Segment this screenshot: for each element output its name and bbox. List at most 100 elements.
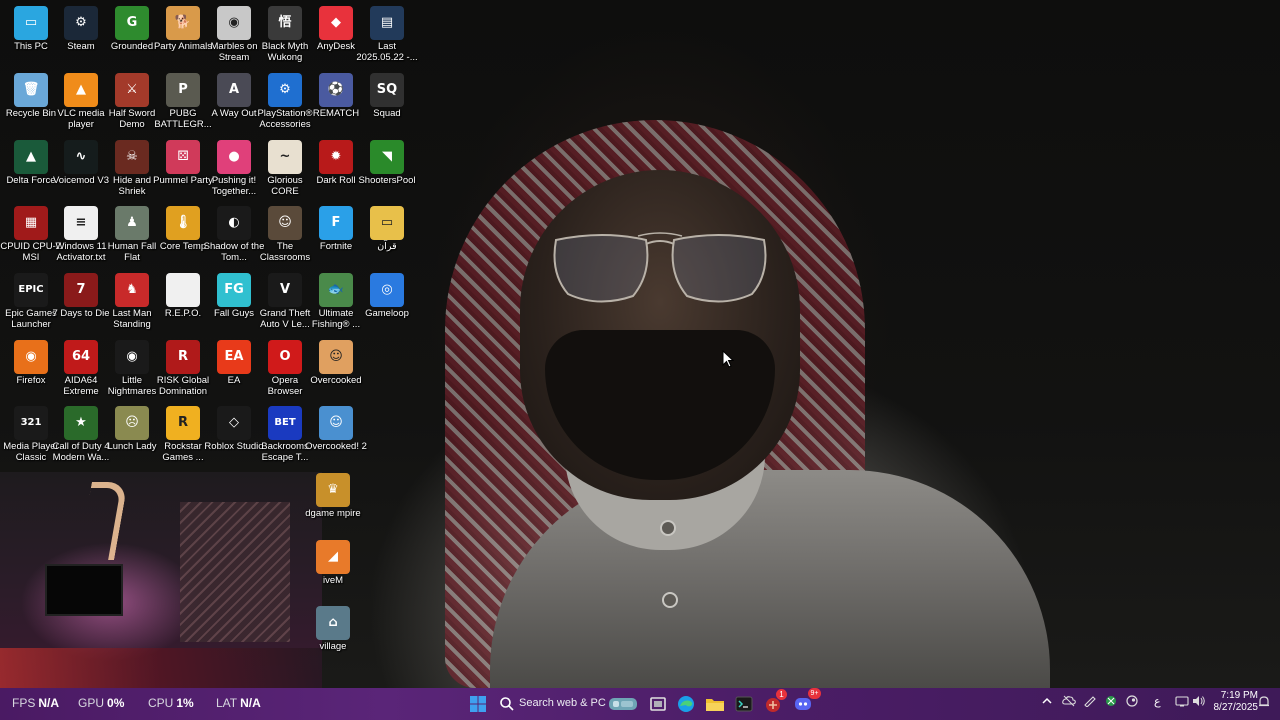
file-explorer-button[interactable] (703, 692, 727, 716)
desktop-shortcut[interactable]: O Opera Browser (260, 340, 310, 397)
xbox-icon (1106, 696, 1116, 706)
tray-steam-button[interactable] (1125, 695, 1139, 710)
desktop-shortcut[interactable]: R.E.P.O. (158, 273, 208, 320)
classrooms-icon: ☺ (268, 206, 302, 240)
desktop-shortcut[interactable]: ♟ Human Fall Flat (107, 206, 157, 263)
repo-file-icon (166, 273, 200, 307)
desktop-shortcut[interactable]: ◆ AnyDesk (311, 6, 361, 53)
call-of-duty-icon: ★ (64, 406, 98, 440)
desktop-shortcut[interactable]: ◥ ShootersPool (358, 140, 416, 187)
desktop-shortcut[interactable]: 🐟 Ultimate Fishing® ... (311, 273, 361, 330)
fortnite-icon: F (319, 206, 353, 240)
desktop-shortcut[interactable]: ◉ Little Nightmares (107, 340, 157, 397)
desktop-shortcut[interactable]: ⚔ Half Sword Demo (107, 73, 157, 130)
tray-pen-button[interactable] (1083, 695, 1097, 710)
notification-center-button[interactable] (1257, 695, 1271, 712)
desktop-shortcut[interactable]: ~ Glorious CORE (260, 140, 310, 197)
desktop-shortcut[interactable]: 🗑 Recycle Bin (6, 73, 56, 120)
desktop-shortcut-label: قرآن (377, 241, 397, 252)
desktop-shortcut[interactable]: 悟 Black Myth Wukong (260, 6, 310, 63)
network-icon (1175, 696, 1189, 707)
desktop-shortcut[interactable]: ● Pushing it! Together... (209, 140, 259, 197)
desktop-shortcut[interactable]: R Rockstar Games ... (158, 406, 208, 463)
desktop-shortcut[interactable]: EPIC Epic Games Launcher (5, 273, 57, 330)
desktop-shortcut[interactable]: 64 AIDA64 Extreme (56, 340, 106, 397)
desktop-shortcut-label: Overcooked (310, 375, 362, 386)
gpu-usage: GPU 0% (78, 696, 125, 710)
desktop-shortcut[interactable]: ★ Call of Duty 4 Modern Wa... (52, 406, 110, 463)
terminal-button[interactable] (732, 692, 756, 716)
last-man-standing-icon: ♞ (115, 273, 149, 307)
desktop-shortcut[interactable]: P PUBG BATTLEGR... (154, 73, 212, 130)
pushing-it-icon: ● (217, 140, 251, 174)
desktop-shortcut[interactable]: 🌡 Core Temp (158, 206, 208, 253)
desktop-shortcut[interactable]: EA EA (209, 340, 259, 387)
desktop-shortcut[interactable]: ◉ Marbles on Stream (209, 6, 259, 63)
clock-time: 7:19 PM (1220, 690, 1258, 701)
desktop-shortcut[interactable]: 321 Media Player Classic (3, 406, 59, 463)
desktop-shortcut[interactable]: ▤ Last 2025.05.22 -... (356, 6, 418, 63)
speaker-icon (1193, 696, 1205, 706)
clock-date: 8/27/2025 (1213, 702, 1259, 713)
desktop-shortcut[interactable]: V Grand Theft Auto V Le... (260, 273, 310, 330)
risk-icon: R (166, 340, 200, 374)
app-with-badge-button[interactable]: 1 (761, 689, 787, 716)
desktop-shortcut[interactable]: ▲ VLC media player (56, 73, 106, 130)
desktop-shortcut[interactable]: ✹ Dark Roll (311, 140, 361, 187)
taskbar-clock[interactable]: 7:19 PM 8/27/2025 (1210, 690, 1259, 714)
steam-icon (1126, 695, 1138, 707)
desktop-shortcut[interactable]: ♞ Last Man Standing (107, 273, 157, 330)
desktop-shortcut[interactable]: G Grounded (107, 6, 157, 53)
show-hidden-icons-button[interactable] (1041, 695, 1053, 710)
desktop-shortcut[interactable]: ◐ Shadow of the Tom... (204, 206, 264, 263)
task-view-button[interactable] (646, 692, 670, 716)
desktop-shortcut[interactable]: 🐕 Party Animals (154, 6, 212, 53)
desktop-shortcut[interactable]: ☹ Lunch Lady (107, 406, 157, 453)
desktop-shortcut[interactable]: R RISK Global Domination (157, 340, 209, 397)
desktop-shortcut[interactable]: ⌂ village (311, 606, 355, 653)
desktop-shortcut[interactable]: ◉ Firefox (6, 340, 56, 387)
edge-button[interactable] (674, 692, 698, 716)
desktop-shortcut[interactable]: SQ Squad (362, 73, 412, 120)
thobe-button (662, 592, 678, 608)
gta-v-icon: V (268, 273, 302, 307)
village-icon: ⌂ (316, 606, 350, 640)
desktop-shortcut[interactable]: ⚙ Steam (56, 6, 106, 53)
desktop-shortcut[interactable]: ⚙ PlayStation® Accessories (257, 73, 313, 130)
start-button[interactable] (466, 692, 490, 716)
desktop-shortcut[interactable]: ☺ The Classrooms (260, 206, 310, 263)
widgets-button[interactable] (607, 692, 639, 716)
desktop-shortcut[interactable]: ☺ Overcooked (310, 340, 362, 387)
desktop-shortcut[interactable]: ▦ CPUID CPU-Z MSI (0, 206, 62, 263)
desktop-shortcut[interactable]: FG Fall Guys (209, 273, 259, 320)
volume-button[interactable] (1192, 695, 1206, 710)
desktop-shortcut[interactable]: ▭ قرآن (362, 206, 412, 253)
desktop-shortcut[interactable]: ⚽ REMATCH (311, 73, 361, 120)
input-language-indicator[interactable]: ع (1154, 695, 1161, 708)
desktop-shortcut[interactable]: ◢ iveM (311, 540, 355, 587)
desktop-shortcut[interactable]: ◇ Roblox Studio (204, 406, 264, 453)
fivem-icon: ◢ (316, 540, 350, 574)
desktop-shortcut[interactable]: BET Backrooms Escape T... (260, 406, 310, 463)
desktop-shortcut[interactable]: ⚄ Pummel Party (153, 140, 213, 187)
desktop-shortcut[interactable]: ☺ Overcooked! 2 (305, 406, 367, 453)
desktop-shortcut[interactable]: ◎ Gameloop (362, 273, 412, 320)
human-fall-flat-icon: ♟ (115, 206, 149, 240)
desktop-shortcut[interactable]: ▭ This PC (6, 6, 56, 53)
overcooked-2-icon: ☺ (319, 406, 353, 440)
discord-button[interactable]: 9+ (791, 688, 821, 716)
desktop-shortcut[interactable]: ∿ Voicemod V3 (53, 140, 109, 187)
desktop-shortcut[interactable]: ≡ Windows 11 Activator.txt (55, 206, 107, 263)
desktop-shortcut[interactable]: 77 Days to Die (52, 273, 110, 320)
desktop-shortcut[interactable]: AA Way Out (209, 73, 259, 120)
desktop-shortcut[interactable]: ▲ Delta Force (6, 140, 56, 187)
network-button[interactable] (1175, 695, 1189, 710)
tray-xbox-button[interactable] (1104, 695, 1118, 710)
tray-cloud-button[interactable] (1062, 695, 1076, 710)
grounded-icon: G (115, 6, 149, 40)
desktop-shortcut[interactable]: ☠ Hide and Shriek (107, 140, 157, 197)
desktop-shortcut[interactable]: ♛ dgame mpire (305, 473, 361, 520)
notification-badge: 1 (776, 689, 787, 700)
monitor-icon: ▭ (14, 6, 48, 40)
desktop-shortcut[interactable]: F Fortnite (311, 206, 361, 253)
